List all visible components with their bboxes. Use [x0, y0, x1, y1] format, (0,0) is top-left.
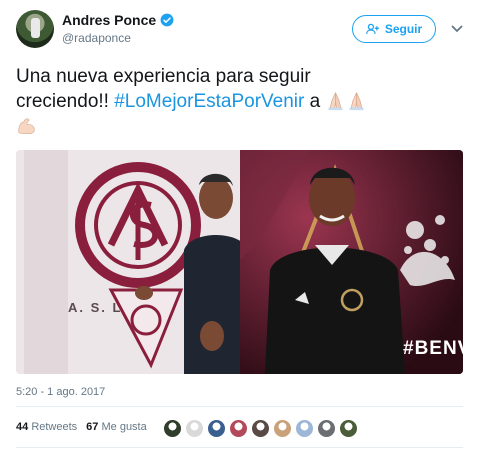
- club-crest-text: A. S. L: [68, 300, 123, 315]
- liker-avatar[interactable]: [273, 419, 292, 438]
- follow-button-label: Seguir: [384, 22, 423, 36]
- divider: [16, 406, 463, 407]
- tweet-line-2-prefix: creciendo!!: [16, 91, 115, 112]
- chevron-down-icon[interactable]: [451, 25, 463, 33]
- liker-avatar[interactable]: [295, 419, 314, 438]
- follow-button[interactable]: Seguir: [352, 15, 436, 43]
- tweet-timestamp[interactable]: 5:20 - 1 ago. 2017: [16, 386, 105, 398]
- likes-stat[interactable]: 67 Me gusta: [86, 421, 147, 433]
- tweet-line-1: Una nueva experiencia para seguir: [16, 66, 311, 87]
- media-photo-left[interactable]: A. S. L: [16, 150, 248, 374]
- liker-avatar[interactable]: [185, 419, 204, 438]
- liker-avatar[interactable]: [229, 419, 248, 438]
- retweets-stat[interactable]: 44 Retweets: [16, 421, 77, 433]
- author-handle[interactable]: @radaponce: [62, 31, 131, 45]
- tweet-stats: 44 Retweets 67 Me gusta: [16, 421, 147, 433]
- hashtag-link[interactable]: #LoMejorEstaPorVenir: [114, 91, 304, 112]
- liker-avatar[interactable]: [317, 419, 336, 438]
- club-wall-photo: [16, 150, 248, 374]
- media-photo-right[interactable]: #BENV: [240, 150, 463, 374]
- flexed-biceps-emoji-icon: [18, 118, 35, 135]
- liker-avatar[interactable]: [251, 419, 270, 438]
- tweet-media[interactable]: A. S. L #BEN: [16, 150, 463, 374]
- tweet-line-2-suffix: a: [304, 91, 326, 112]
- verified-badge-icon: [160, 13, 174, 27]
- author-avatar[interactable]: [16, 10, 54, 48]
- liker-avatar[interactable]: [163, 419, 182, 438]
- liker-avatar[interactable]: [207, 419, 226, 438]
- liker-avatar[interactable]: [339, 419, 358, 438]
- author-name-row[interactable]: Andres Ponce: [62, 12, 174, 28]
- media-overlay-text: #BENV: [403, 338, 463, 359]
- likers-avatars: [163, 419, 358, 438]
- tweet-text: Una nueva experiencia para seguir crecie…: [16, 64, 456, 139]
- folded-hands-emoji-icon: [349, 92, 364, 111]
- divider: [16, 447, 463, 448]
- add-user-icon: [365, 23, 379, 34]
- folded-hands-emoji-icon: [328, 92, 343, 111]
- author-name[interactable]: Andres Ponce: [62, 12, 156, 28]
